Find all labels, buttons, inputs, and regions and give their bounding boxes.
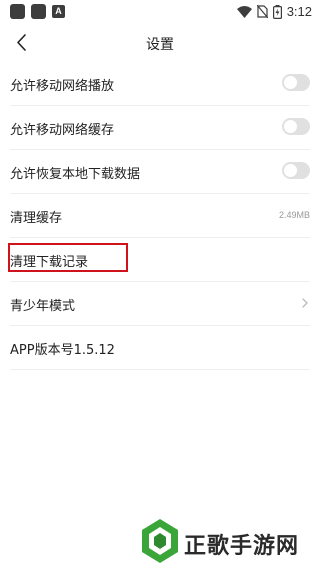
a-badge-icon: A — [52, 5, 65, 18]
setting-label: 允许移动网络播放 — [10, 79, 115, 94]
setting-row-mobile-cache[interactable]: 允许移动网络缓存 — [10, 106, 310, 150]
setting-label: 青少年模式 — [10, 299, 76, 314]
highlight-box — [8, 243, 128, 272]
setting-row-app-version: APP版本号1.5.12 — [10, 326, 310, 370]
setting-label: 清理缓存 — [10, 211, 63, 226]
app-version-label: APP版本号1.5.12 — [10, 343, 115, 358]
status-bar: A 3:12 — [0, 0, 320, 24]
wifi-icon — [236, 5, 252, 18]
watermark-logo-icon — [142, 519, 178, 563]
restore-downloads-toggle[interactable] — [282, 162, 310, 179]
chevron-right-icon — [302, 298, 308, 308]
no-sim-icon — [256, 5, 268, 18]
watermark: 正歌手游网 — [140, 518, 320, 568]
setting-row-teen-mode[interactable]: 青少年模式 — [10, 282, 310, 326]
status-time: 3:12 — [286, 4, 312, 19]
setting-label: 允许移动网络缓存 — [10, 123, 115, 138]
app-icon — [31, 4, 46, 19]
battery-charging-icon — [272, 4, 282, 19]
setting-row-clear-cache[interactable]: 清理缓存 2.49MB — [10, 194, 310, 238]
toggle-knob — [284, 76, 297, 89]
nav-bar: 设置 — [0, 24, 320, 62]
app-icon — [10, 4, 25, 19]
settings-list: 允许移动网络播放 允许移动网络缓存 允许恢复本地下载数据 清理缓存 2.49MB… — [10, 62, 310, 370]
watermark-text: 正歌手游网 — [184, 534, 300, 559]
status-bar-notifications: A — [10, 4, 65, 19]
mobile-cache-toggle[interactable] — [282, 118, 310, 135]
status-bar-system: 3:12 — [236, 4, 312, 19]
toggle-knob — [284, 164, 297, 177]
setting-row-mobile-playback[interactable]: 允许移动网络播放 — [10, 62, 310, 106]
cache-size-value: 2.49MB — [278, 210, 310, 220]
page-title: 设置 — [146, 37, 174, 53]
setting-row-restore-downloads[interactable]: 允许恢复本地下载数据 — [10, 150, 310, 194]
mobile-playback-toggle[interactable] — [282, 74, 310, 91]
setting-label: 允许恢复本地下载数据 — [10, 167, 141, 182]
toggle-knob — [284, 120, 297, 133]
